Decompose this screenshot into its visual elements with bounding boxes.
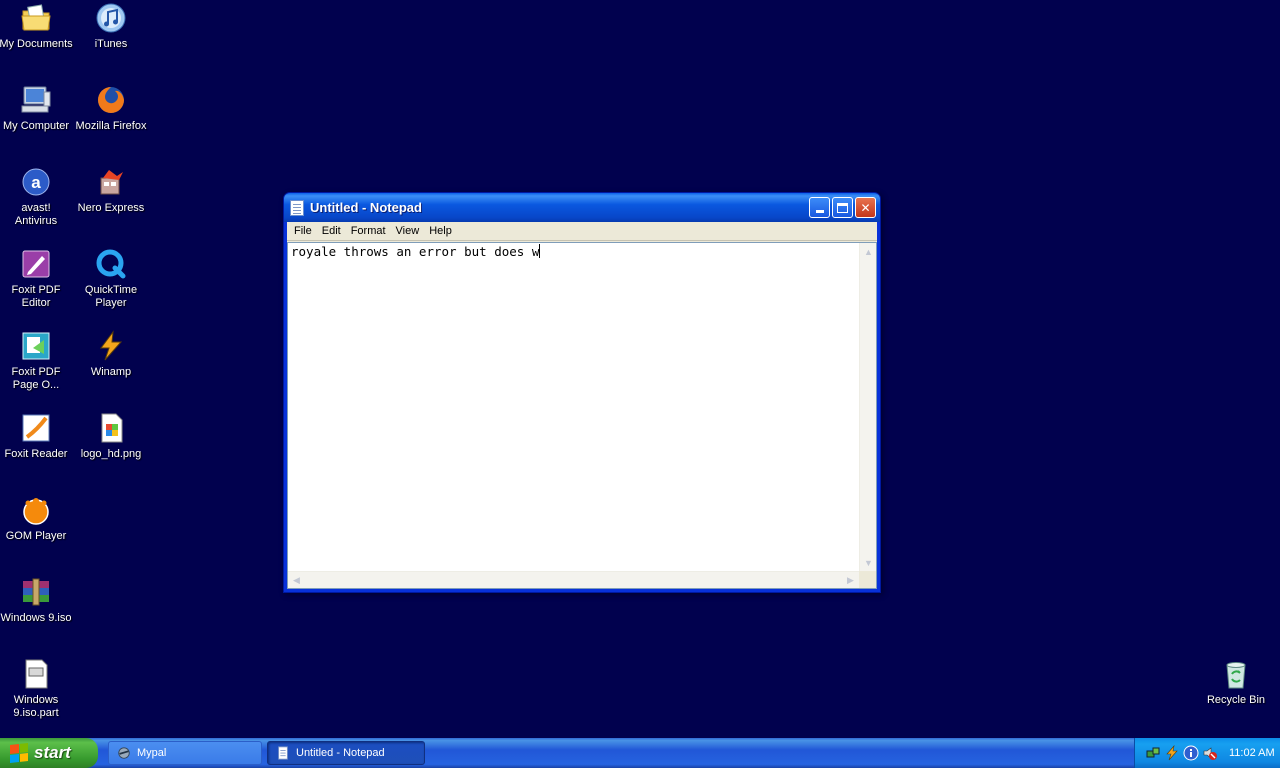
desktop-icon-foxit-reader[interactable]: Foxit Reader (0, 412, 74, 461)
network-icon[interactable] (1145, 745, 1161, 761)
svg-text:a: a (31, 173, 41, 192)
scroll-up-icon[interactable]: ▲ (860, 243, 877, 260)
desktop-icon-foxit-pdf-page[interactable]: Foxit PDF Page O... (0, 330, 74, 392)
window-title: Untitled - Notepad (310, 200, 422, 215)
desktop-icon-logo-hd-png[interactable]: logo_hd.png (73, 412, 149, 461)
editor-text: royale throws an error but does w (291, 244, 540, 259)
desktop-icon-my-documents[interactable]: My Documents (0, 2, 74, 51)
desktop-icon-label: Foxit PDF Editor (11, 284, 61, 309)
close-icon: ✕ (860, 200, 871, 215)
window-client: File Edit Format View Help royale throws… (287, 222, 877, 589)
minimize-button[interactable] (809, 197, 830, 218)
desktop-icon-label: Winamp (90, 366, 132, 378)
folder-documents-icon (21, 4, 51, 31)
quicktime-icon (96, 249, 126, 279)
winrar-archive-icon (23, 578, 49, 606)
desktop-icon-recycle-bin[interactable]: Recycle Bin (1198, 658, 1274, 707)
horizontal-scrollbar[interactable]: ◀ ▶ (288, 571, 859, 588)
start-button[interactable]: start (0, 738, 98, 768)
winamp-tray-icon[interactable] (1164, 745, 1180, 761)
info-icon[interactable] (1183, 745, 1199, 761)
desktop-icon-my-computer[interactable]: My Computer (0, 84, 74, 133)
desktop-icon-label: QuickTime Player (84, 284, 138, 309)
scroll-down-icon[interactable]: ▼ (860, 554, 877, 571)
editor-content-line[interactable]: royale throws an error but does w (291, 244, 541, 260)
start-label: start (34, 743, 71, 762)
menu-format[interactable]: Format (346, 225, 391, 237)
clock[interactable]: 11:02 AM (1229, 747, 1275, 759)
desktop-icon-label: Mozilla Firefox (75, 120, 147, 132)
notepad-icon (290, 199, 304, 216)
desktop-icon-itunes[interactable]: iTunes (73, 2, 149, 51)
desktop-icon-nero-express[interactable]: Nero Express (73, 166, 149, 215)
text-editor[interactable]: royale throws an error but does w ▲ ▼ ◀ … (287, 242, 877, 589)
taskbar-item-mypal[interactable]: Mypal (108, 741, 262, 765)
scroll-left-icon[interactable]: ◀ (288, 572, 305, 589)
desktop-icon-label: Foxit PDF Page O... (11, 366, 61, 391)
computer-icon (21, 86, 51, 113)
taskbar-item-notepad[interactable]: Untitled - Notepad (267, 741, 425, 765)
desktop-icon-winamp[interactable]: Winamp (73, 330, 149, 379)
recycle-bin-icon (1226, 662, 1246, 689)
resize-grip[interactable] (859, 571, 876, 588)
taskbar-item-label: Mypal (137, 747, 167, 759)
desktop-icon-label: logo_hd.png (80, 448, 142, 460)
menu-help[interactable]: Help (424, 225, 457, 237)
desktop-icon-label: Nero Express (77, 202, 145, 214)
close-button[interactable]: ✕ (855, 197, 876, 218)
menu-file[interactable]: File (289, 225, 317, 237)
maximize-button[interactable] (832, 197, 853, 218)
firefox-icon (98, 87, 124, 113)
foxit-editor-icon (22, 250, 50, 278)
desktop-icon-label: iTunes (94, 38, 128, 50)
volume-muted-icon[interactable] (1202, 745, 1218, 761)
desktop-icon-label: GOM Player (5, 530, 67, 542)
mypal-icon (118, 747, 130, 759)
gom-player-icon (23, 498, 49, 525)
system-tray: 11:02 AM (1134, 738, 1280, 768)
png-file-icon (101, 413, 123, 443)
taskbar-item-label: Untitled - Notepad (296, 747, 385, 759)
foxit-page-icon (22, 332, 50, 360)
desktop-icon-gom-player[interactable]: GOM Player (0, 494, 74, 543)
desktop-icon-label: Recycle Bin (1206, 694, 1266, 706)
vertical-scrollbar[interactable]: ▲ ▼ (859, 243, 876, 571)
scroll-right-icon[interactable]: ▶ (842, 572, 859, 589)
windows-logo-icon (10, 743, 28, 763)
nero-icon (100, 170, 123, 195)
menu-view[interactable]: View (391, 225, 425, 237)
desktop-icon-label: My Computer (2, 120, 70, 132)
desktop-icon-label: My Documents (0, 38, 73, 50)
avast-icon: a (22, 168, 50, 196)
winamp-icon (100, 330, 123, 361)
notepad-icon (278, 746, 288, 760)
foxit-reader-icon (22, 414, 50, 442)
minimize-icon (815, 210, 824, 213)
menu-bar: File Edit Format View Help (287, 222, 877, 241)
text-caret (539, 244, 541, 258)
desktop-icon-foxit-pdf-editor[interactable]: Foxit PDF Editor (0, 248, 74, 310)
desktop-icon-avast-antivirus[interactable]: a avast! Antivirus (0, 166, 74, 228)
desktop-icon-label: Foxit Reader (4, 448, 68, 460)
desktop-icon-quicktime-player[interactable]: QuickTime Player (73, 248, 149, 310)
itunes-icon (96, 3, 126, 33)
part-file-icon (25, 659, 48, 689)
desktop-icon-label: Windows 9.iso (0, 612, 72, 624)
desktop-icon-windows-9-iso-part[interactable]: Windows 9.iso.part (0, 658, 74, 720)
desktop-icon-mozilla-firefox[interactable]: Mozilla Firefox (73, 84, 149, 133)
menu-edit[interactable]: Edit (317, 225, 346, 237)
maximize-icon (837, 202, 848, 213)
notepad-window[interactable]: Untitled - Notepad ✕ File Edit Format Vi… (283, 192, 881, 593)
window-titlebar[interactable]: Untitled - Notepad ✕ (284, 193, 880, 222)
taskbar: start Mypal Untitled - Notepad 11:02 AM (0, 738, 1280, 768)
desktop-icon-label: Windows 9.iso.part (13, 694, 59, 719)
desktop-icon-windows-9-iso[interactable]: Windows 9.iso (0, 576, 74, 625)
desktop-icon-label: avast! Antivirus (14, 202, 58, 227)
